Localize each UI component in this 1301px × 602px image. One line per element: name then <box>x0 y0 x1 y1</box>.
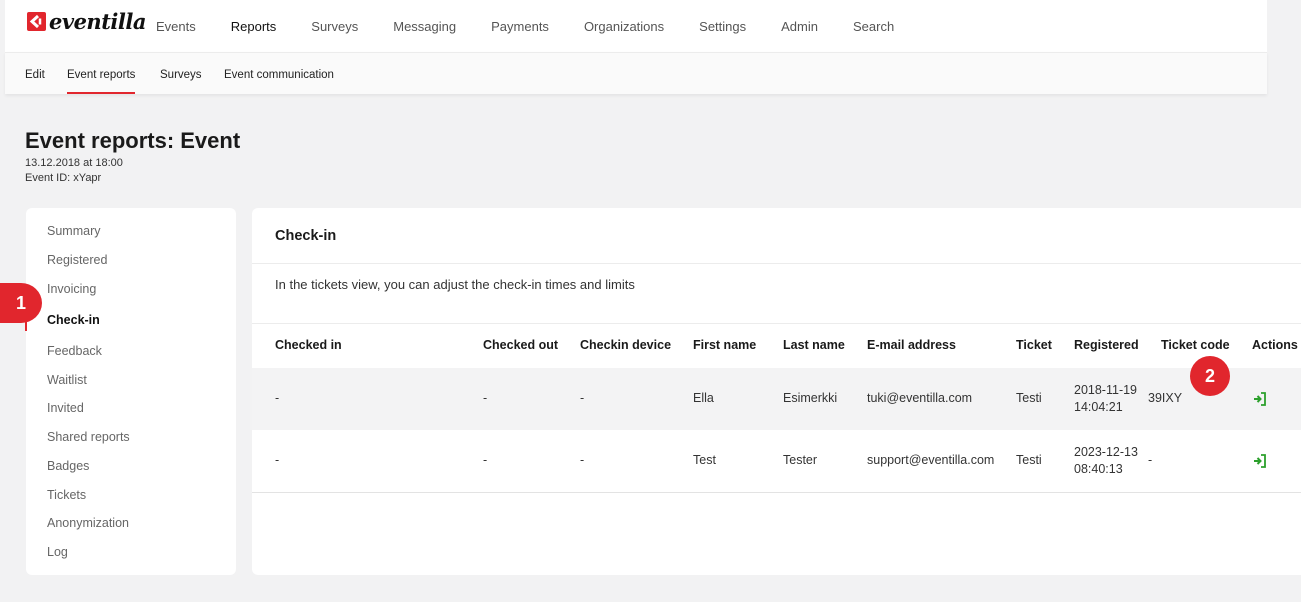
cell-checkin-device: - <box>580 391 585 405</box>
sign-in-icon[interactable] <box>1253 392 1267 411</box>
cell-checked-out: - <box>483 391 488 405</box>
menu-settings[interactable]: Settings <box>699 19 746 34</box>
menu-surveys[interactable]: Surveys <box>311 19 358 34</box>
column-header-checked-in[interactable]: Checked in <box>275 338 342 352</box>
cell-first-name: Test <box>693 453 716 467</box>
column-header-checkin-device[interactable]: Checkin device <box>580 338 671 352</box>
menu-reports[interactable]: Reports <box>231 19 277 34</box>
cell-last-name: Esimerkki <box>783 391 838 405</box>
menu-events[interactable]: Events <box>156 19 196 34</box>
sidebar-item-summary[interactable]: Summary <box>47 224 100 238</box>
sidebar-item-invoicing[interactable]: Invoicing <box>47 282 96 296</box>
menu-admin[interactable]: Admin <box>781 19 818 34</box>
cell-registered-date: 2023-12-13 <box>1074 445 1138 459</box>
menu-messaging[interactable]: Messaging <box>393 19 456 34</box>
eventilla-logo[interactable]: eventilla <box>27 9 146 34</box>
tab-edit[interactable]: Edit <box>25 53 45 94</box>
panel-description: In the tickets view, you can adjust the … <box>275 277 635 292</box>
column-header-checked-out[interactable]: Checked out <box>483 338 558 352</box>
sidebar-item-waitlist[interactable]: Waitlist <box>47 373 87 387</box>
cell-email: support@eventilla.com <box>867 453 995 467</box>
cell-first-name: Ella <box>693 391 714 405</box>
cell-ticket: Testi <box>1016 391 1042 405</box>
column-header-actions: Actions <box>1252 338 1298 352</box>
sidebar-item-invited[interactable]: Invited <box>47 401 84 415</box>
column-header-registered[interactable]: Registered <box>1074 338 1139 352</box>
event-id: Event ID: xYapr <box>25 172 102 184</box>
cell-registered-time: 08:40:13 <box>1074 462 1123 476</box>
divider <box>252 323 1301 324</box>
divider <box>252 263 1301 264</box>
menu-payments[interactable]: Payments <box>491 19 549 34</box>
cell-last-name: Tester <box>783 453 818 467</box>
event-date: 13.12.2018 at 18:00 <box>25 157 123 169</box>
sidebar-item-badges[interactable]: Badges <box>47 459 89 473</box>
cell-checked-in: - <box>275 391 280 405</box>
annotation-badge-1: 1 <box>0 283 42 323</box>
cell-registered-time: 14:04:21 <box>1074 400 1123 414</box>
sidebar-item-shared-reports[interactable]: Shared reports <box>47 430 130 444</box>
report-sidebar: Summary Registered Invoicing Check-in Fe… <box>26 208 236 575</box>
sidebar-item-feedback[interactable]: Feedback <box>47 344 102 358</box>
tab-event-reports[interactable]: Event reports <box>67 53 136 94</box>
main-menu: Events Reports Surveys Messaging Payment… <box>156 0 929 52</box>
page-title: Event reports: Event <box>25 128 241 153</box>
table-row: - - - Ella Esimerkki tuki@eventilla.com … <box>252 368 1301 430</box>
menu-search[interactable]: Search <box>853 19 894 34</box>
column-header-email[interactable]: E-mail address <box>867 338 956 352</box>
sidebar-item-log[interactable]: Log <box>47 545 68 559</box>
column-header-last-name[interactable]: Last name <box>783 338 845 352</box>
sidebar-item-check-in[interactable]: Check-in <box>47 313 100 327</box>
panel-title: Check-in <box>275 228 337 244</box>
annotation-badge-2: 2 <box>1190 356 1230 396</box>
sub-navigation: Edit Event reports Surveys Event communi… <box>5 52 1267 94</box>
cell-email: tuki@eventilla.com <box>867 391 973 405</box>
cell-checkin-device: - <box>580 453 585 467</box>
cell-ticket-code: - <box>1148 453 1153 467</box>
cell-ticket-code: 39IXY <box>1148 391 1183 405</box>
column-header-ticket-code[interactable]: Ticket code <box>1161 338 1230 352</box>
sidebar-item-registered[interactable]: Registered <box>47 253 107 267</box>
table-row: - - - Test Tester support@eventilla.com … <box>252 430 1301 493</box>
sign-in-icon[interactable] <box>1253 454 1267 473</box>
sidebar-item-tickets[interactable]: Tickets <box>47 488 86 502</box>
cell-checked-in: - <box>275 453 280 467</box>
cell-checked-out: - <box>483 453 488 467</box>
sidebar-item-anonymization[interactable]: Anonymization <box>47 516 129 530</box>
column-header-ticket[interactable]: Ticket <box>1016 338 1052 352</box>
logo-text: eventilla <box>49 9 146 34</box>
tab-event-communication[interactable]: Event communication <box>224 53 334 94</box>
check-in-panel: Check-in In the tickets view, you can ad… <box>252 208 1301 575</box>
cell-ticket: Testi <box>1016 453 1042 467</box>
column-header-first-name[interactable]: First name <box>693 338 756 352</box>
tab-surveys[interactable]: Surveys <box>160 53 202 94</box>
cell-registered-date: 2018-11-19 <box>1074 383 1138 397</box>
top-navigation: eventilla Events Reports Surveys Messagi… <box>5 0 1267 52</box>
menu-organizations[interactable]: Organizations <box>584 19 664 34</box>
logo-mark-icon <box>27 12 46 31</box>
